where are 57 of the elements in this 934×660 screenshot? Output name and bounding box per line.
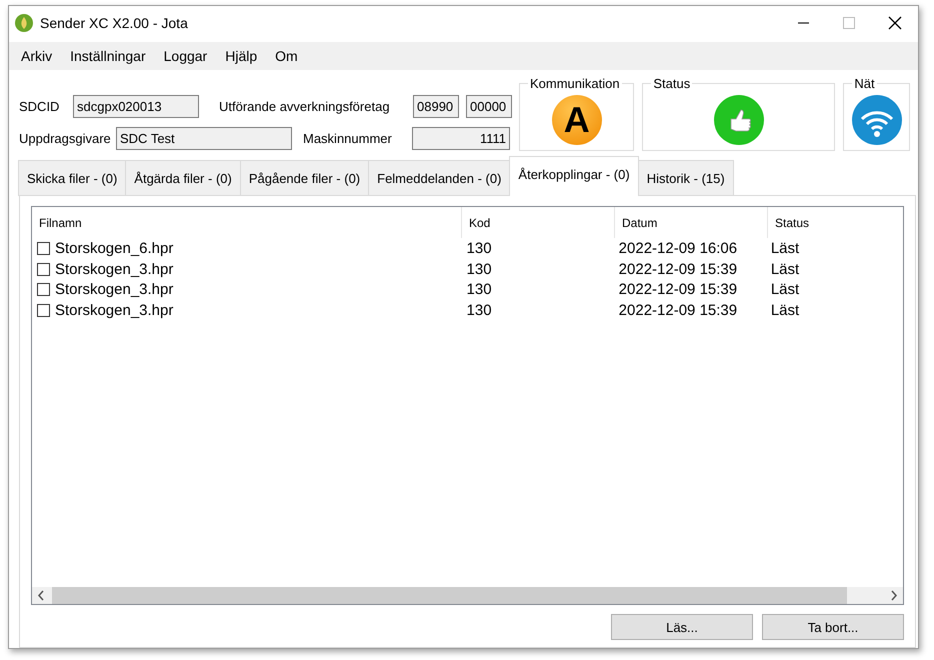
letter-badge-icon: A (552, 95, 602, 145)
table-cell-text: Läst (770, 260, 800, 278)
maximize-icon (843, 17, 855, 29)
menu-item[interactable]: Inställningar (61, 48, 155, 64)
table-cell-text: Läst (770, 281, 800, 298)
table-cell-text: Storskogen_3.hpr (54, 302, 174, 319)
table-cell-text: Storskogen_6.hpr (54, 240, 174, 257)
table-cell-text: 2022-12-09 15:39 (618, 260, 738, 278)
company-label: Utförande avverkningsföretag (219, 99, 391, 114)
menu-item[interactable]: Om (266, 48, 307, 64)
tab[interactable]: Åtgärda filer - (0) (125, 160, 241, 196)
column-header[interactable]: Status (768, 207, 903, 238)
menu-item[interactable]: Arkiv (12, 48, 62, 64)
group-title: Status (651, 76, 692, 91)
table-cell-text: 130 (466, 260, 493, 278)
client-label: Uppdragsgivare (19, 131, 112, 146)
thumbs-up-icon (714, 95, 764, 145)
client-field[interactable]: SDC Test (116, 127, 292, 150)
machine-field[interactable]: 1111 (412, 127, 510, 150)
column-header[interactable]: Datum (615, 207, 768, 238)
company-field[interactable]: 00000 (466, 95, 512, 118)
row-checkbox[interactable] (37, 262, 50, 276)
menu-item[interactable]: Hjälp (216, 48, 266, 64)
minimize-icon (798, 22, 808, 24)
tab[interactable]: Felmeddelanden - (0) (368, 160, 510, 196)
app-logo-icon (15, 14, 33, 32)
tab[interactable]: Skicka filer - (0) (18, 160, 126, 196)
table-cell-text: 130 (466, 302, 493, 319)
tab[interactable]: Återkopplingar - (0) (509, 156, 639, 196)
table-cell-text: 2022-12-09 16:06 (618, 240, 738, 257)
table-cell-text: 2022-12-09 15:39 (618, 281, 738, 298)
sdcid-label: SDCID (19, 99, 60, 114)
action-button[interactable]: Ta bort... (762, 614, 904, 640)
table-cell-text: Storskogen_3.hpr (54, 281, 174, 298)
table-cell-text: 130 (466, 281, 493, 298)
row-checkbox[interactable] (37, 304, 50, 317)
action-button[interactable]: Läs... (611, 614, 753, 640)
group-title: Kommunikation (528, 76, 622, 91)
sdcid-field[interactable]: sdcgpx020013 (73, 95, 199, 118)
menu-item[interactable]: Loggar (154, 48, 216, 64)
table-cell-text: 2022-12-09 15:39 (618, 302, 738, 319)
company-field[interactable]: 08990 (413, 95, 459, 118)
close-icon (888, 16, 902, 30)
group-title: Nät (852, 76, 877, 91)
table-cell-text: Läst (770, 302, 800, 319)
wifi-icon (852, 95, 902, 145)
tab[interactable]: Historik - (15) (638, 160, 734, 196)
table-cell-text: Läst (770, 240, 800, 257)
row-checkbox[interactable] (37, 283, 50, 296)
machine-label: Maskinnummer (303, 131, 393, 146)
tab[interactable]: Pågående filer - (0) (240, 160, 370, 196)
window-title: Sender XC X2.00 - Jota (40, 15, 189, 31)
column-header[interactable]: Filnamn (32, 207, 462, 238)
row-checkbox[interactable] (37, 242, 50, 255)
table-cell-text: 130 (466, 240, 493, 257)
column-header[interactable]: Kod (462, 207, 615, 238)
table-cell-text: Storskogen_3.hpr (54, 260, 174, 278)
